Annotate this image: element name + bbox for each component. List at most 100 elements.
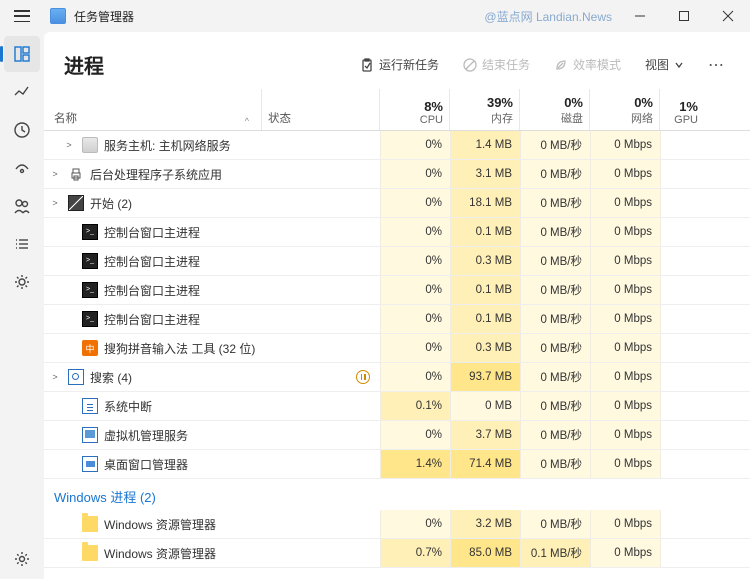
group-header[interactable]: Windows 进程 (2) xyxy=(44,479,750,510)
status-cell xyxy=(262,421,380,449)
process-icon xyxy=(82,456,98,472)
watermark: @蓝点网 Landian.News xyxy=(484,8,612,25)
minimize-button[interactable] xyxy=(618,0,662,32)
table-body: >服务主机: 主机网络服务0%1.4 MB0 MB/秒0 Mbps>后台处理程序… xyxy=(44,131,750,579)
mem-cell: 0.3 MB xyxy=(450,334,520,362)
more-button[interactable]: ⋯ xyxy=(702,55,730,75)
maximize-button[interactable] xyxy=(662,0,706,32)
process-name: 系统中断 xyxy=(104,398,152,415)
process-name: 搜索 (4) xyxy=(90,369,132,386)
net-cell: 0 Mbps xyxy=(590,247,660,275)
table-row[interactable]: >控制台窗口主进程0%0.1 MB0 MB/秒0 Mbps xyxy=(44,218,750,247)
process-name: 搜狗拼音输入法 工具 (32 位) xyxy=(104,340,255,357)
disk-cell: 0 MB/秒 xyxy=(520,421,590,449)
view-button[interactable]: 视图 xyxy=(639,52,690,77)
net-cell: 0 Mbps xyxy=(590,450,660,478)
table-row[interactable]: >搜狗拼音输入法 工具 (32 位)0%0.3 MB0 MB/秒0 Mbps xyxy=(44,334,750,363)
table-row[interactable]: >Windows 资源管理器0%3.2 MB0 MB/秒0 Mbps xyxy=(44,510,750,539)
expand-icon[interactable]: > xyxy=(48,169,62,179)
cpu-cell: 0% xyxy=(380,189,450,217)
table-row[interactable]: >控制台窗口主进程0%0.1 MB0 MB/秒0 Mbps xyxy=(44,305,750,334)
table-row[interactable]: >Windows 资源管理器0.7%85.0 MB0.1 MB/秒0 Mbps xyxy=(44,539,750,568)
col-disk[interactable]: 0%磁盘 xyxy=(520,89,590,130)
cpu-cell: 0% xyxy=(380,334,450,362)
status-cell xyxy=(262,189,380,217)
sidebar-settings[interactable] xyxy=(4,541,40,577)
process-name: 后台处理程序子系统应用 xyxy=(90,166,222,183)
col-name[interactable]: 名称^ xyxy=(46,89,262,130)
cpu-cell: 0% xyxy=(380,305,450,333)
disk-cell: 0 MB/秒 xyxy=(520,189,590,217)
col-memory[interactable]: 39%内存 xyxy=(450,89,520,130)
expand-icon[interactable]: > xyxy=(48,198,62,208)
mem-cell: 85.0 MB xyxy=(450,539,520,567)
run-task-button[interactable]: 运行新任务 xyxy=(354,52,445,77)
status-cell xyxy=(262,334,380,362)
table-row[interactable]: >控制台窗口主进程0%0.3 MB0 MB/秒0 Mbps xyxy=(44,247,750,276)
net-cell: 0 Mbps xyxy=(590,305,660,333)
expand-icon[interactable]: > xyxy=(62,140,76,150)
process-name: 桌面窗口管理器 xyxy=(104,456,188,473)
table-row[interactable]: >后台处理程序子系统应用0%3.1 MB0 MB/秒0 Mbps xyxy=(44,160,750,189)
sidebar-performance[interactable] xyxy=(4,74,40,110)
disk-cell: 0 MB/秒 xyxy=(520,510,590,538)
status-cell xyxy=(262,450,380,478)
sidebar-startup[interactable] xyxy=(4,150,40,186)
close-button[interactable] xyxy=(706,0,750,32)
cpu-cell: 0% xyxy=(380,247,450,275)
table-row[interactable]: >系统中断0.1%0 MB0 MB/秒0 Mbps xyxy=(44,392,750,421)
col-network[interactable]: 0%网络 xyxy=(590,89,660,130)
efficiency-button: 效率模式 xyxy=(548,52,627,77)
paused-icon xyxy=(356,370,370,384)
sidebar-processes[interactable] xyxy=(4,36,40,72)
table-row[interactable]: >桌面窗口管理器1.4%71.4 MB0 MB/秒0 Mbps xyxy=(44,450,750,479)
gpu-cell xyxy=(660,421,704,449)
status-cell xyxy=(262,276,380,304)
cpu-cell: 0.7% xyxy=(380,539,450,567)
sidebar-history[interactable] xyxy=(4,112,40,148)
table-row[interactable]: >服务主机: 主机网络服务0%1.4 MB0 MB/秒0 Mbps xyxy=(44,131,750,160)
disk-cell: 0 MB/秒 xyxy=(520,276,590,304)
status-cell xyxy=(262,392,380,420)
gpu-cell xyxy=(660,131,704,159)
col-gpu[interactable]: 1%GPU xyxy=(660,89,704,130)
process-icon xyxy=(68,195,84,211)
disk-cell: 0 MB/秒 xyxy=(520,363,590,391)
prohibit-icon xyxy=(463,58,477,72)
process-name: 开始 (2) xyxy=(90,195,132,212)
expand-icon[interactable]: > xyxy=(48,372,62,382)
net-cell: 0 Mbps xyxy=(590,160,660,188)
app-icon xyxy=(50,8,66,24)
sidebar-details[interactable] xyxy=(4,226,40,262)
cpu-cell: 0% xyxy=(380,276,450,304)
net-cell: 0 Mbps xyxy=(590,510,660,538)
status-cell xyxy=(262,131,380,159)
process-name: Windows 资源管理器 xyxy=(104,545,216,562)
sidebar-users[interactable] xyxy=(4,188,40,224)
status-cell xyxy=(262,305,380,333)
net-cell: 0 Mbps xyxy=(590,276,660,304)
gpu-cell xyxy=(660,539,704,567)
col-cpu[interactable]: 8%CPU xyxy=(380,89,450,130)
table-row[interactable]: >开始 (2)0%18.1 MB0 MB/秒0 Mbps xyxy=(44,189,750,218)
mem-cell: 3.1 MB xyxy=(450,160,520,188)
net-cell: 0 Mbps xyxy=(590,334,660,362)
net-cell: 0 Mbps xyxy=(590,131,660,159)
table-row[interactable]: >搜索 (4)0%93.7 MB0 MB/秒0 Mbps xyxy=(44,363,750,392)
mem-cell: 0 MB xyxy=(450,392,520,420)
disk-cell: 0 MB/秒 xyxy=(520,334,590,362)
gpu-cell xyxy=(660,218,704,246)
titlebar: 任务管理器 @蓝点网 Landian.News xyxy=(0,0,750,32)
table-row[interactable]: >控制台窗口主进程0%0.1 MB0 MB/秒0 Mbps xyxy=(44,276,750,305)
status-cell xyxy=(262,510,380,538)
sidebar-services[interactable] xyxy=(4,264,40,300)
hamburger-menu[interactable] xyxy=(0,10,44,22)
sidebar xyxy=(0,32,44,579)
disk-cell: 0 MB/秒 xyxy=(520,131,590,159)
process-icon xyxy=(82,253,98,269)
col-status[interactable]: 状态 xyxy=(262,89,380,130)
process-icon xyxy=(68,166,84,182)
net-cell: 0 Mbps xyxy=(590,539,660,567)
process-icon xyxy=(82,224,98,240)
table-row[interactable]: >虚拟机管理服务0%3.7 MB0 MB/秒0 Mbps xyxy=(44,421,750,450)
